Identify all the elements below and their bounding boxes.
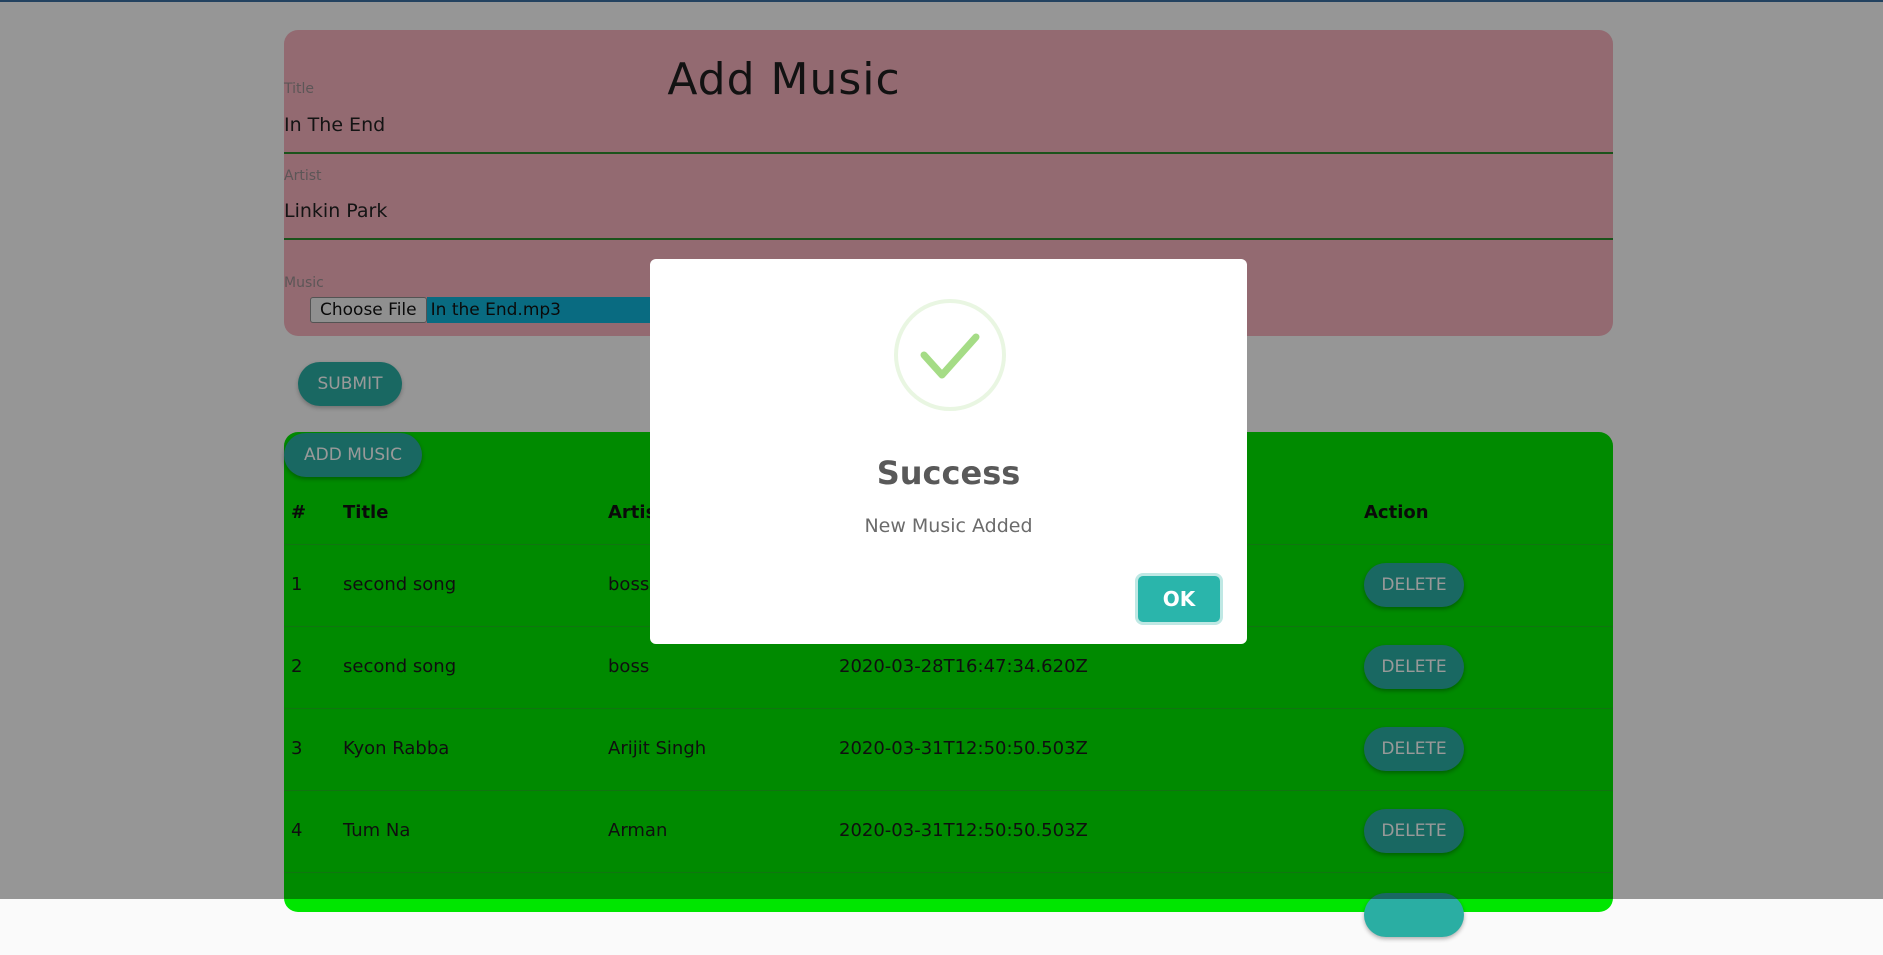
dialog-message: New Music Added — [864, 515, 1033, 537]
delete-button[interactable] — [1364, 893, 1464, 937]
success-dialog: Success New Music Added OK — [650, 259, 1247, 644]
checkmark-icon — [894, 299, 1006, 411]
ok-button[interactable]: OK — [1138, 576, 1220, 622]
dialog-title: Success — [876, 454, 1021, 492]
